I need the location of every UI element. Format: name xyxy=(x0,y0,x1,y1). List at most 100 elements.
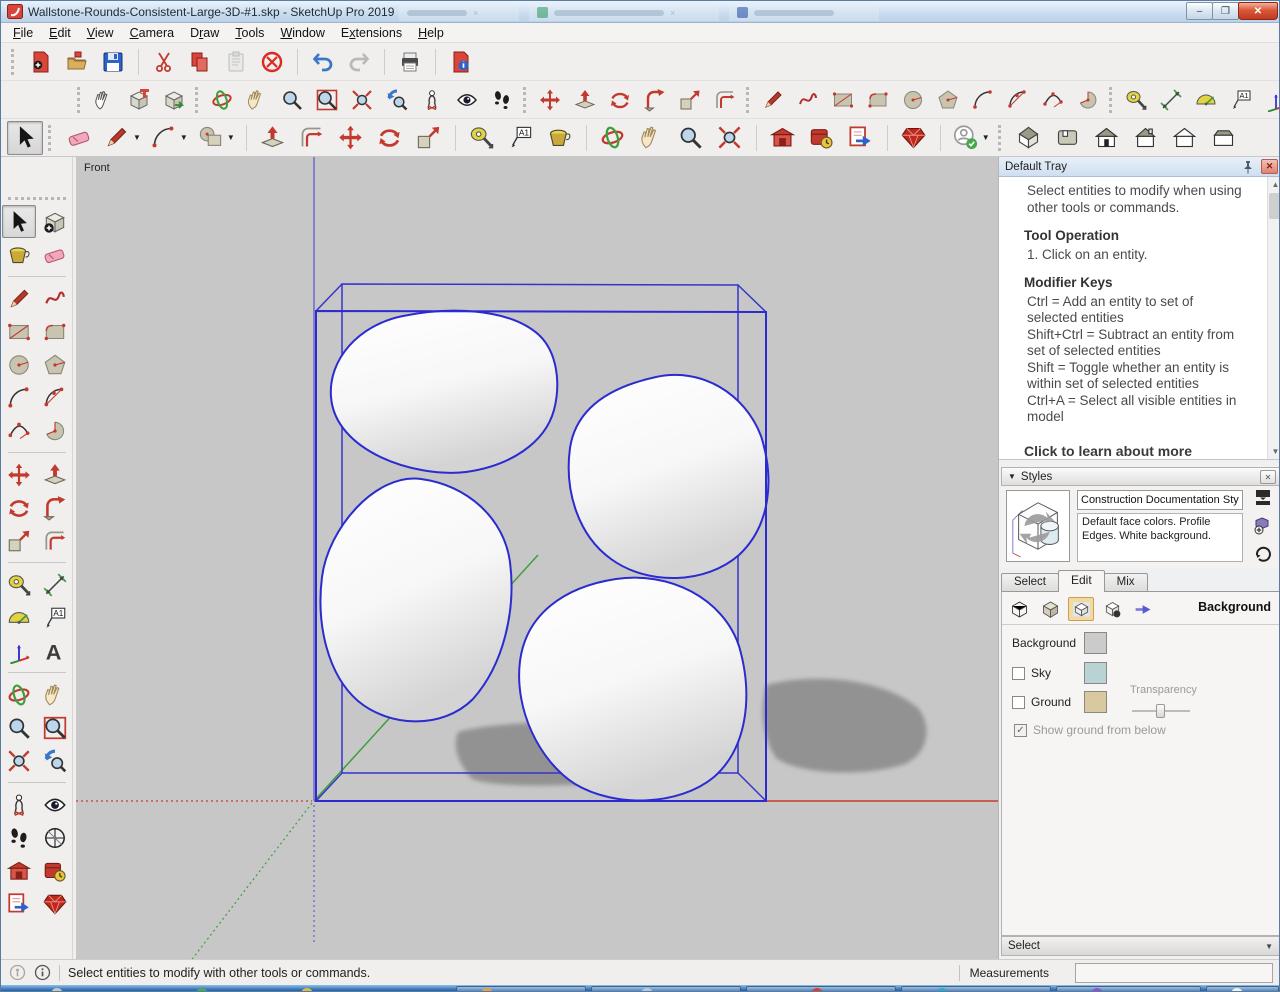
eraser-button[interactable] xyxy=(38,238,72,271)
view-top-button[interactable] xyxy=(1050,121,1086,155)
rotate-button[interactable] xyxy=(2,491,36,524)
background-settings-button[interactable] xyxy=(1068,597,1094,621)
toolbar-drag-handle[interactable] xyxy=(48,124,53,151)
zoom-extents-button[interactable] xyxy=(2,744,36,777)
zoom-previous-button[interactable] xyxy=(381,85,413,115)
orbit-button[interactable] xyxy=(595,121,631,155)
rotate-button[interactable] xyxy=(372,121,408,155)
look-around-button[interactable] xyxy=(451,85,483,115)
menu-extensions[interactable]: Extensions xyxy=(333,25,410,41)
menu-view[interactable]: View xyxy=(79,25,122,41)
ground-color-swatch[interactable] xyxy=(1084,691,1107,713)
tape-measure-button[interactable] xyxy=(464,121,500,155)
dropdown-arrow-icon[interactable]: ▼ xyxy=(133,133,141,142)
pie-button[interactable] xyxy=(38,414,72,447)
text-button[interactable]: A1 xyxy=(1225,85,1257,115)
rotate-button[interactable] xyxy=(604,85,636,115)
arc-button[interactable] xyxy=(967,85,999,115)
geolocation-icon[interactable] xyxy=(9,964,26,981)
zoom-button[interactable] xyxy=(673,121,709,155)
arc-button[interactable] xyxy=(2,381,36,414)
zoom-previous-button[interactable] xyxy=(38,744,72,777)
copy-button[interactable] xyxy=(184,47,216,77)
polygon-button[interactable] xyxy=(932,85,964,115)
undo-button[interactable] xyxy=(307,47,339,77)
model-info-button[interactable] xyxy=(445,47,477,77)
position-camera-button[interactable] xyxy=(2,788,36,821)
toolbar-drag-handle[interactable] xyxy=(746,86,749,113)
style-description[interactable]: Default face colors. Profile Edges. Whit… xyxy=(1077,513,1243,562)
toolbar-drag-handle[interactable] xyxy=(11,48,16,75)
rectangle-button[interactable] xyxy=(2,315,36,348)
tray-close-icon[interactable]: ✕ xyxy=(1261,159,1278,174)
taskbar-app-icon[interactable] xyxy=(301,988,313,991)
cut-button[interactable] xyxy=(148,47,180,77)
move-button[interactable] xyxy=(534,85,566,115)
send-to-layout-button[interactable] xyxy=(843,121,879,155)
zoom-window-button[interactable] xyxy=(38,711,72,744)
dropdown-arrow-icon[interactable]: ▼ xyxy=(227,133,235,142)
rectangle-button[interactable] xyxy=(827,85,859,115)
stone-top-left[interactable] xyxy=(329,309,559,474)
measurements-input[interactable] xyxy=(1075,963,1273,983)
offset-button[interactable] xyxy=(709,85,741,115)
model-canvas[interactable]: Front xyxy=(76,157,998,959)
view-back-button[interactable] xyxy=(1167,121,1203,155)
menu-edit[interactable]: Edit xyxy=(41,25,79,41)
collapsed-tray-tab-select[interactable]: Select ▼ xyxy=(1001,936,1279,956)
circle-button[interactable] xyxy=(897,85,929,115)
arc-button[interactable]: ▼ xyxy=(147,121,191,155)
push-pull-button[interactable] xyxy=(569,85,601,115)
tray-header[interactable]: Default Tray ✕ xyxy=(999,157,1279,177)
follow-me-button[interactable] xyxy=(639,85,671,115)
styles-close-icon[interactable]: ✕ xyxy=(1260,470,1276,484)
toolbar-drag-handle[interactable] xyxy=(77,86,80,113)
send-to-layout-button[interactable] xyxy=(2,887,36,920)
help-info-icon[interactable] xyxy=(34,964,51,981)
menu-window[interactable]: Window xyxy=(272,25,332,41)
freehand-button[interactable] xyxy=(792,85,824,115)
2point-arc-button[interactable] xyxy=(38,381,72,414)
new-button[interactable] xyxy=(25,47,57,77)
instructor-scrollbar[interactable]: ▲ ▼ xyxy=(1267,177,1279,459)
select-button[interactable] xyxy=(2,205,36,238)
watermark-settings-button[interactable] xyxy=(1099,597,1125,621)
zoom-window-button[interactable] xyxy=(311,85,343,115)
menu-file[interactable]: File xyxy=(5,25,41,41)
scale-button[interactable] xyxy=(411,121,447,155)
pie-button[interactable] xyxy=(1072,85,1104,115)
protractor-button[interactable] xyxy=(1190,85,1222,115)
toolbar-drag-handle[interactable] xyxy=(195,86,198,113)
pan-button[interactable] xyxy=(634,121,670,155)
eraser-button[interactable] xyxy=(61,121,97,155)
stone-top-right[interactable] xyxy=(567,373,770,580)
ground-checkbox[interactable] xyxy=(1012,695,1025,709)
position-camera-button[interactable] xyxy=(416,85,448,115)
component-options-button[interactable] xyxy=(123,85,155,115)
rotated-rectangle-button[interactable] xyxy=(38,315,72,348)
axes-button[interactable] xyxy=(2,634,36,667)
menu-draw[interactable]: Draw xyxy=(182,25,227,41)
edge-settings-button[interactable] xyxy=(1006,597,1032,621)
toolbar-drag-handle[interactable] xyxy=(8,197,66,201)
menu-tools[interactable]: Tools xyxy=(227,25,272,41)
shapes-button[interactable]: ▼ xyxy=(194,121,238,155)
tab-select[interactable]: Select xyxy=(1001,573,1059,592)
close-button[interactable]: ✕ xyxy=(1238,2,1278,20)
learn-more-link[interactable]: Click to learn about more advanced opera… xyxy=(1024,442,1245,460)
scale-button[interactable] xyxy=(2,524,36,557)
sky-color-swatch[interactable] xyxy=(1084,662,1107,684)
secondary-pane-icon[interactable] xyxy=(1252,488,1274,510)
pin-icon[interactable] xyxy=(1240,159,1256,175)
taskbar-button[interactable] xyxy=(901,986,1051,991)
styles-panel-header[interactable]: ▼ Styles ✕ xyxy=(1001,467,1279,486)
paste-button[interactable] xyxy=(220,47,252,77)
extension-warehouse-button[interactable] xyxy=(38,854,72,887)
line-button[interactable] xyxy=(2,282,36,315)
toolbar-drag-handle[interactable] xyxy=(997,124,1003,151)
line-button[interactable]: ▼ xyxy=(100,121,144,155)
sky-checkbox[interactable] xyxy=(1012,666,1025,680)
view-iso-button[interactable] xyxy=(1011,121,1047,155)
text-button[interactable]: A1 xyxy=(38,601,72,634)
update-style-icon[interactable] xyxy=(1252,544,1274,566)
